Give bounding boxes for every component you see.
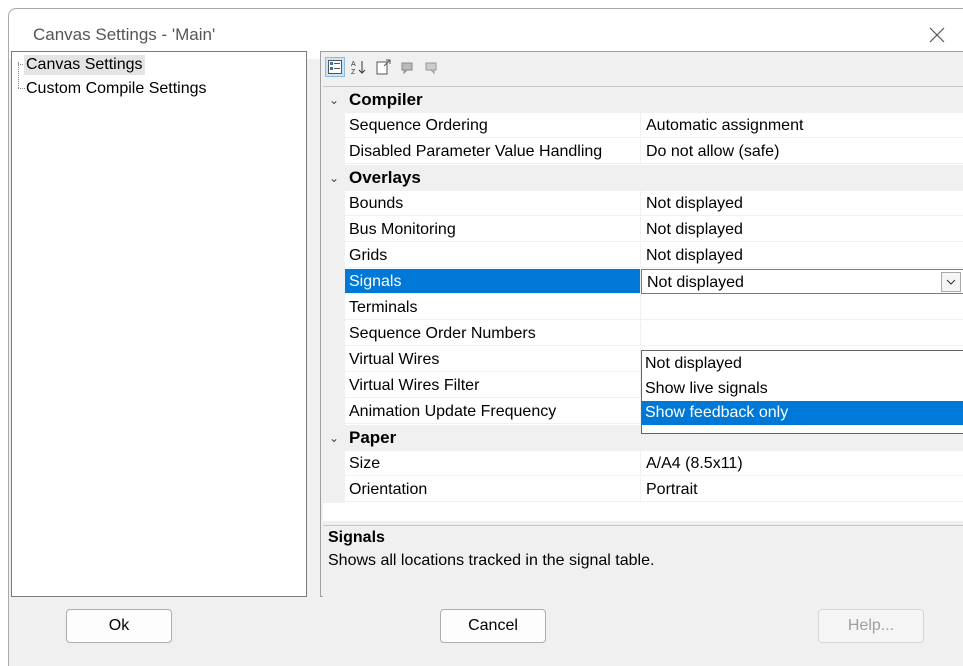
tree-item-label: Canvas Settings [24, 55, 145, 75]
help-button[interactable]: Help... [818, 609, 924, 643]
property-name: Signals [345, 269, 641, 294]
property-toolbar: A Z [325, 56, 441, 78]
chevron-down-icon[interactable]: ⌄ [323, 87, 345, 113]
property-name: Grids [345, 243, 641, 268]
category-label: Overlays [349, 168, 421, 187]
sort-alphabetical-button[interactable]: A Z [349, 57, 369, 77]
category-label: Paper [349, 428, 397, 447]
property-row-bus-monitoring[interactable]: Bus Monitoring Not displayed [323, 217, 963, 243]
categorized-icon [328, 60, 342, 74]
property-value-dropdown[interactable]: Not displayed [641, 269, 963, 294]
property-row-orientation[interactable]: Orientation Portrait [323, 477, 963, 503]
property-name: Orientation [345, 477, 641, 502]
property-value: Not displayed [647, 274, 744, 291]
property-row-size[interactable]: Size A/A4 (8.5x11) [323, 451, 963, 477]
property-name: Bounds [345, 191, 641, 216]
category-overlays[interactable]: ⌄ Overlays [323, 165, 963, 191]
chevron-down-icon [946, 279, 956, 285]
settings-tree: Canvas Settings Custom Compile Settings [11, 51, 307, 597]
sort-alphabetical-icon: A Z [351, 61, 366, 75]
property-value[interactable]: Automatic assignment [641, 113, 963, 138]
chevron-down-icon[interactable]: ⌄ [323, 165, 345, 191]
property-name: Virtual Wires Filter [345, 373, 641, 398]
property-value[interactable] [641, 295, 963, 320]
tree-item-label: Custom Compile Settings [26, 80, 207, 97]
property-row-bounds[interactable]: Bounds Not displayed [323, 191, 963, 217]
property-value[interactable]: Portrait [641, 477, 963, 502]
property-value[interactable] [641, 321, 963, 346]
property-value[interactable]: Not displayed [641, 191, 963, 216]
property-value[interactable]: Not displayed [641, 217, 963, 242]
property-row-terminals[interactable]: Terminals [323, 295, 963, 321]
description-panel: Signals Shows all locations tracked in t… [323, 525, 963, 598]
window-title: Canvas Settings - 'Main' [33, 25, 216, 44]
property-name: Sequence Order Numbers [345, 321, 641, 346]
events-button[interactable] [397, 57, 417, 77]
chevron-down-icon[interactable]: ⌄ [323, 425, 345, 451]
property-name: Animation Update Frequency [345, 399, 641, 424]
description-text: Shows all locations tracked in the signa… [328, 552, 655, 569]
property-value[interactable]: Not displayed [641, 243, 963, 268]
events-alt-button[interactable] [421, 57, 441, 77]
dropdown-option-show-live-signals[interactable]: Show live signals [642, 377, 963, 401]
svg-text:Z: Z [351, 69, 356, 75]
property-name: Terminals [345, 295, 641, 320]
property-row-disabled-parameter-value-handling[interactable]: Disabled Parameter Value Handling Do not… [323, 139, 963, 165]
property-panel: A Z ⌄ Compiler Sequence Ordering Automat… [320, 51, 963, 598]
event-icon [401, 62, 413, 75]
property-name: Virtual Wires [345, 347, 641, 372]
property-value[interactable]: Do not allow (safe) [641, 139, 963, 164]
property-row-grids[interactable]: Grids Not displayed [323, 243, 963, 269]
dropdown-option-not-displayed[interactable]: Not displayed [642, 352, 963, 376]
property-name: Size [345, 451, 641, 476]
property-grid: ⌄ Compiler Sequence Ordering Automatic a… [323, 86, 963, 521]
property-name: Disabled Parameter Value Handling [345, 139, 641, 164]
ok-button[interactable]: Ok [66, 609, 172, 643]
svg-text:A: A [351, 61, 356, 68]
description-title: Signals [328, 529, 385, 546]
property-value[interactable]: A/A4 (8.5x11) [641, 451, 963, 476]
property-pages-button[interactable] [373, 57, 393, 77]
property-row-sequence-order-numbers[interactable]: Sequence Order Numbers [323, 321, 963, 347]
categorized-button[interactable] [325, 57, 345, 77]
property-pages-icon [376, 59, 391, 75]
property-row-signals[interactable]: Signals Not displayed [323, 269, 963, 295]
dropdown-button[interactable] [941, 272, 961, 292]
cancel-button[interactable]: Cancel [440, 609, 546, 643]
property-name: Sequence Ordering [345, 113, 641, 138]
dropdown-option-show-feedback-only[interactable]: Show feedback only [642, 401, 963, 425]
event-alt-icon [425, 62, 437, 75]
property-name: Bus Monitoring [345, 217, 641, 242]
category-compiler[interactable]: ⌄ Compiler [323, 87, 963, 113]
close-icon [929, 27, 945, 43]
category-label: Compiler [349, 90, 423, 109]
property-row-sequence-ordering[interactable]: Sequence Ordering Automatic assignment [323, 113, 963, 139]
signals-dropdown-list: Not displayed Show live signals Show fee… [641, 350, 963, 434]
close-button[interactable] [914, 19, 960, 51]
